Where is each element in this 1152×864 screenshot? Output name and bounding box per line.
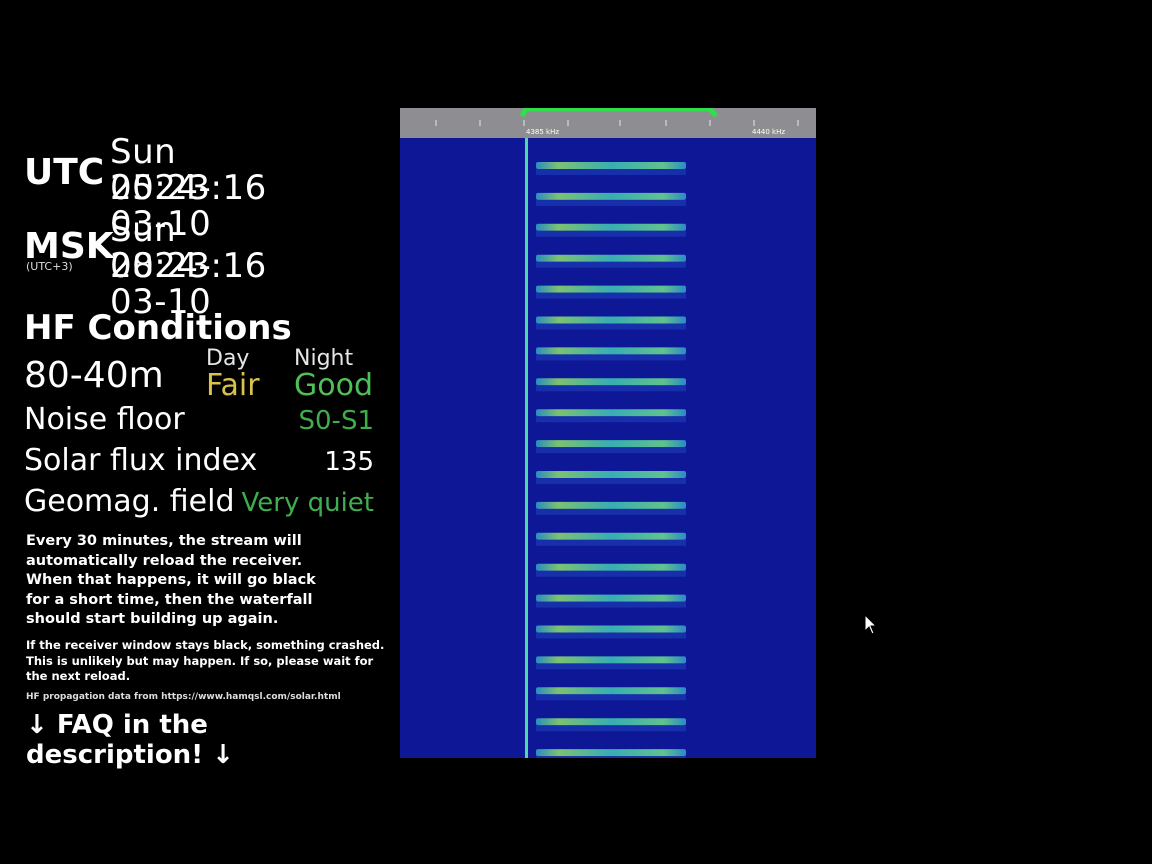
signal-row xyxy=(536,594,686,602)
night-condition: Good xyxy=(294,368,373,403)
signal-row-trail xyxy=(536,508,686,515)
signal-row-trail xyxy=(536,570,686,577)
signal-row-trail xyxy=(536,725,686,732)
signal-row-trail xyxy=(536,478,686,484)
note-line: This is unlikely but may happen. If so, … xyxy=(26,653,374,668)
noise-value: S0-S1 xyxy=(298,406,374,436)
note-line: Every 30 minutes, the stream will xyxy=(26,533,302,549)
crash-note: If the receiver window stays black, some… xyxy=(26,638,386,685)
geomag-value: Very quiet xyxy=(241,488,374,518)
geomag-label: Geomag. field xyxy=(24,484,235,519)
mouse-cursor-icon xyxy=(864,613,878,640)
clock-label: UTC xyxy=(24,152,105,193)
signal-row-trail xyxy=(536,169,686,175)
clock-time: 05:23:16 xyxy=(110,168,267,208)
source-note: HF propagation data from https://www.ham… xyxy=(26,692,341,702)
signal-row xyxy=(536,501,686,509)
sfi-label: Solar flux index xyxy=(24,443,258,478)
noise-label: Noise floor xyxy=(24,402,185,437)
signal-row xyxy=(536,656,686,664)
note-line: for a short time, then the waterfall xyxy=(26,591,313,608)
scale-label-right: 4440 kHz xyxy=(752,128,785,136)
reload-note: Every 30 minutes, the stream will automa… xyxy=(26,532,346,630)
note-line: When that happens, it will go black xyxy=(26,572,316,588)
signal-row-trail xyxy=(536,539,686,546)
signal-row xyxy=(536,532,686,540)
sfi-value: 135 xyxy=(324,447,374,477)
signal-row-trail xyxy=(536,416,686,423)
signal-row xyxy=(536,749,686,757)
signal-row xyxy=(536,625,686,633)
signal-row xyxy=(536,563,686,571)
note-line: automatically reload the receiver. xyxy=(26,552,303,569)
signal-row-trail xyxy=(536,292,686,299)
waterfall-svg[interactable]: 4385 kHz 4440 kHz xyxy=(400,106,816,763)
signal-row-trail xyxy=(536,632,686,639)
signal-row xyxy=(536,285,686,293)
signal-row-trail xyxy=(536,261,686,268)
signal-row xyxy=(536,254,686,262)
signal-row-trail xyxy=(536,323,686,330)
signal-row xyxy=(536,162,686,169)
clock-time: 08:23:16 xyxy=(110,246,267,286)
note-line: should start building up again. xyxy=(26,611,279,627)
signal-row-trail xyxy=(536,230,686,237)
signal-row xyxy=(536,316,686,324)
note-line: If the receiver window stays black, some… xyxy=(26,638,385,652)
hf-title: HF Conditions xyxy=(24,308,292,348)
signal-row-trail xyxy=(536,756,686,763)
signal-row-trail xyxy=(536,354,686,361)
signal-row-trail xyxy=(536,694,686,701)
signal-row xyxy=(536,687,686,695)
signal-row-trail xyxy=(536,601,686,608)
signal-row xyxy=(536,440,686,448)
signal-row-trail xyxy=(536,447,686,454)
day-condition: Fair xyxy=(206,368,260,403)
signal-row xyxy=(536,347,686,355)
clock-sublabel: (UTC+3) xyxy=(26,260,73,273)
signal-row xyxy=(536,378,686,386)
band-label: 80-40m xyxy=(24,355,164,396)
signal-row xyxy=(536,223,686,231)
waterfall-display[interactable]: 4385 kHz 4440 kHz xyxy=(400,106,816,763)
signal-row-trail xyxy=(536,199,686,206)
signal-row xyxy=(536,192,686,200)
signal-row xyxy=(536,409,686,417)
tuning-line[interactable] xyxy=(525,138,528,758)
faq-banner: ↓ FAQ in the description! ↓ xyxy=(26,710,234,770)
signal-row-trail xyxy=(536,385,686,392)
scale-label-left: 4385 kHz xyxy=(526,128,559,136)
signal-row-trail xyxy=(536,663,686,670)
note-line: the next reload. xyxy=(26,669,131,683)
signal-row xyxy=(536,471,686,478)
signal-row xyxy=(536,718,686,726)
